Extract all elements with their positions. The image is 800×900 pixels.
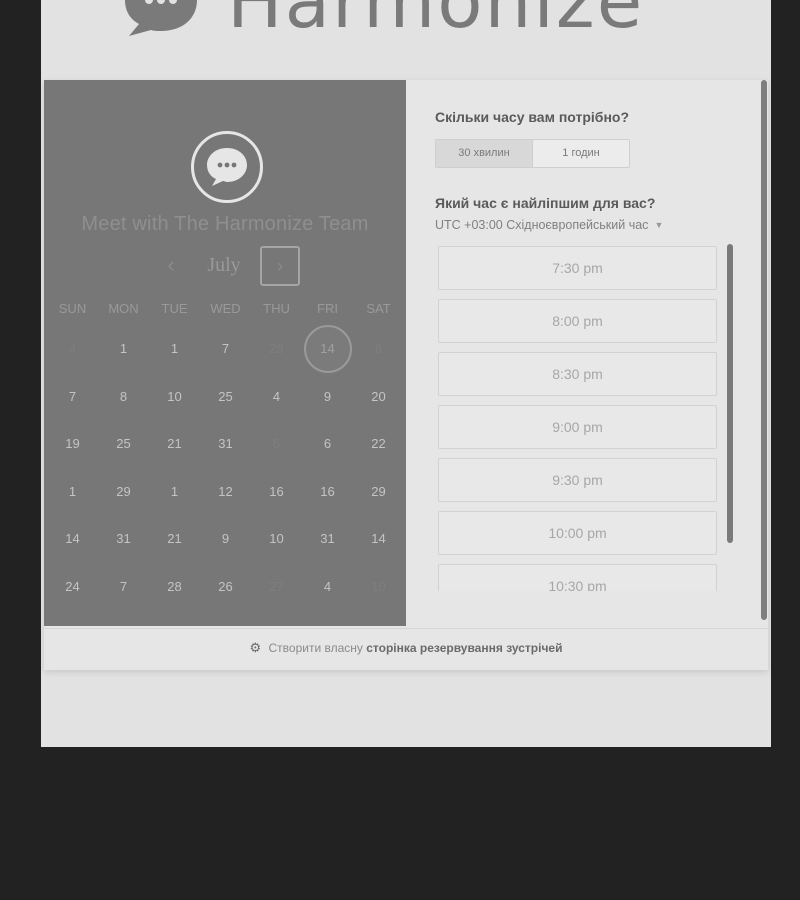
calendar-day: 10 <box>269 531 284 547</box>
caret-down-icon: ▼ <box>654 220 664 230</box>
page: Harmonize Meet with The Harmonize Team ‹… <box>41 0 771 747</box>
panel-scrollbar[interactable] <box>761 80 767 620</box>
time-slot-button[interactable]: 7:30 pm <box>438 246 717 290</box>
weekday-label: WED <box>210 301 241 316</box>
calendar-day: 1 <box>170 483 179 499</box>
timezone-dropdown[interactable]: UTC +03:00 Східноєвропейський час ▼ <box>435 218 663 232</box>
calendar-day: 6 <box>323 436 332 452</box>
calendar-week: 4 1 1 7 23 14 8 <box>47 325 404 374</box>
calendar-week: 14 31 21 9 10 31 14 <box>47 515 404 563</box>
calendar-day: 25 <box>218 388 233 404</box>
calendar-day[interactable]: 27 <box>251 563 302 610</box>
calendar-day: 28 <box>167 578 182 594</box>
calendar-day: 31 <box>218 436 233 452</box>
calendar-day: 21 <box>167 531 182 547</box>
calendar-day: 1 <box>68 483 77 499</box>
calendar-day: 14 <box>371 531 386 547</box>
time-slot-button[interactable]: 8:30 pm <box>438 352 717 396</box>
duration-option-30min[interactable]: 30 хвилин <box>436 140 533 167</box>
brand-header: Harmonize <box>121 0 644 42</box>
booking-panel: Скільки часу вам потрібно? 30 хвилин 1 г… <box>406 80 768 626</box>
calendar-day: 1 <box>170 341 179 357</box>
time-slot-scrollbar[interactable] <box>727 244 733 543</box>
calendar-day[interactable]: 6 <box>251 420 302 467</box>
calendar-week: 19 25 21 31 6 6 22 <box>47 420 404 468</box>
calendar-day[interactable]: 10 <box>353 563 404 610</box>
timezone-label: UTC +03:00 Східноєвропейський час <box>435 218 649 232</box>
weekday-label: FRI <box>317 301 338 316</box>
brand-name: Harmonize <box>227 0 645 45</box>
weekday-label: MON <box>108 301 139 316</box>
footer: ⚙ Створити власну сторінка резервування … <box>44 628 768 669</box>
time-slot-button[interactable]: 10:30 pm <box>438 564 717 591</box>
calendar-day: 29 <box>116 483 131 499</box>
month-navigator: ‹ July › <box>44 246 406 286</box>
time-slot-button[interactable]: 10:00 pm <box>438 511 717 555</box>
calendar-day[interactable]: 4 <box>47 325 98 372</box>
next-month-button[interactable]: › <box>260 246 300 286</box>
calendar-day: 7 <box>119 578 128 594</box>
calendar-day: 16 <box>320 483 335 499</box>
calendar-day: 7 <box>68 388 77 404</box>
weekday-label: SUN <box>58 301 87 316</box>
calendar-day: 20 <box>371 388 386 404</box>
prev-month-button[interactable]: ‹ <box>156 246 186 284</box>
calendar-day: 4 <box>323 578 332 594</box>
calendar-day[interactable]: 23 <box>251 325 302 372</box>
duration-option-1hour[interactable]: 1 годин <box>533 140 629 167</box>
calendar-day: 7 <box>221 341 230 357</box>
calendar-day: 9 <box>323 388 332 404</box>
calendar-day: 4 <box>272 388 281 404</box>
calendar-day: 14 <box>65 531 80 547</box>
time-slot-button[interactable]: 9:30 pm <box>438 458 717 502</box>
calendar-day: 29 <box>371 483 386 499</box>
time-question: Який час є найліпшим для вас? <box>435 195 656 211</box>
calendar-week: 24 7 28 26 27 4 10 <box>47 563 404 611</box>
calendar-day: 26 <box>218 578 233 594</box>
calendar-day[interactable]: 8 <box>353 325 404 372</box>
calendar-week: 1 29 1 12 16 16 29 <box>47 468 404 516</box>
footer-link[interactable]: сторінка резервування зустрічей <box>366 641 562 655</box>
chat-bubble-icon <box>191 131 263 203</box>
calendar-panel: Meet with The Harmonize Team ‹ July › SU… <box>44 80 406 626</box>
calendar-day: 9 <box>221 531 230 547</box>
weekday-label: THU <box>263 301 290 316</box>
weekday-label: SAT <box>366 301 391 316</box>
weekday-header: SUN MON TUE WED THU FRI SAT <box>47 301 404 325</box>
calendar-day: 8 <box>119 388 128 404</box>
calendar-day-selected[interactable]: 14 <box>302 325 353 374</box>
month-label: July <box>207 254 241 276</box>
calendar-week: 7 8 10 25 4 9 20 <box>47 373 404 421</box>
hubspot-sprocket-icon: ⚙ <box>249 640 262 655</box>
footer-prefix: Створити власну <box>268 641 363 655</box>
time-slot-button[interactable]: 9:00 pm <box>438 405 717 449</box>
calendar-day: 25 <box>116 436 131 452</box>
calendar-day: 31 <box>320 531 335 547</box>
calendar-day: 16 <box>269 483 284 499</box>
calendar-day: 12 <box>218 483 233 499</box>
meeting-title: Meet with The Harmonize Team <box>81 213 369 235</box>
calendar-day: 1 <box>119 341 128 357</box>
calendar-day: 31 <box>116 531 131 547</box>
chat-bubble-icon <box>121 0 201 38</box>
calendar-day: 19 <box>65 436 80 452</box>
duration-question: Скільки часу вам потрібно? <box>435 109 630 125</box>
calendar-grid: SUN MON TUE WED THU FRI SAT 4 1 1 7 23 1… <box>47 301 404 610</box>
booking-card: Meet with The Harmonize Team ‹ July › SU… <box>44 80 768 670</box>
time-slot-button[interactable]: 8:00 pm <box>438 299 717 343</box>
calendar-day: 22 <box>371 436 386 452</box>
calendar-day: 10 <box>167 388 182 404</box>
time-slot-list: 7:30 pm 8:00 pm 8:30 pm 9:00 pm 9:30 pm … <box>438 246 718 591</box>
selected-day-label: 14 <box>320 341 335 357</box>
calendar-day: 21 <box>167 436 182 452</box>
weekday-label: TUE <box>161 301 188 316</box>
duration-selector: 30 хвилин 1 годин <box>435 139 630 168</box>
calendar-day: 24 <box>65 578 80 594</box>
